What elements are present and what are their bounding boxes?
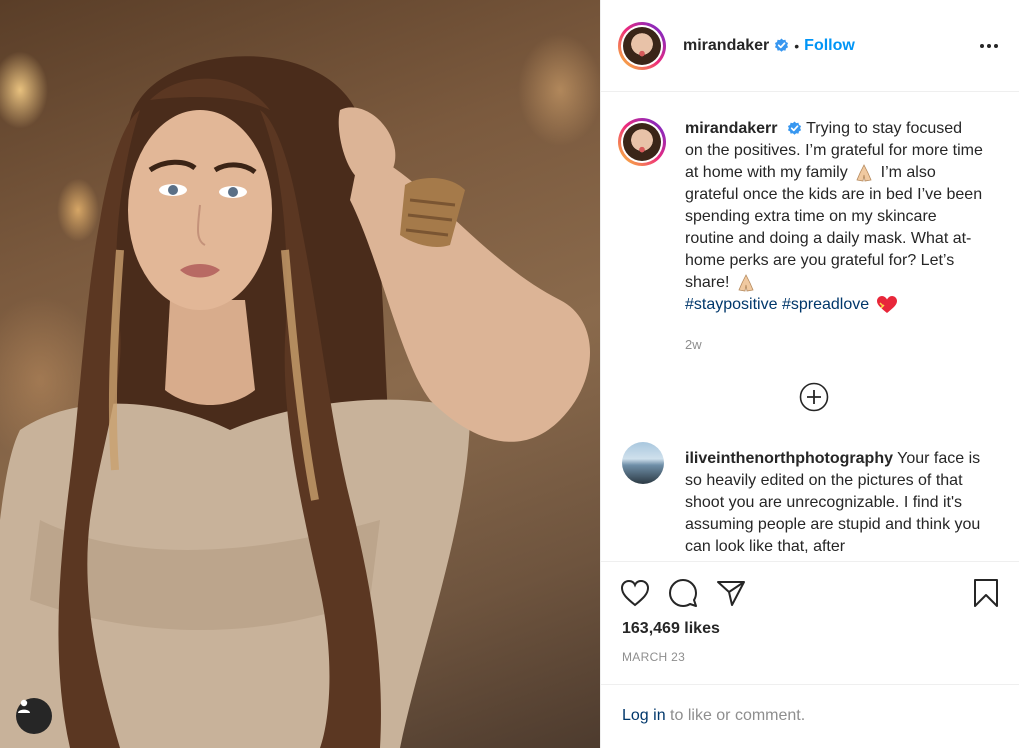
user-icon <box>18 699 30 713</box>
like-button[interactable] <box>620 579 650 607</box>
folded-hands-icon <box>738 273 754 292</box>
login-link[interactable]: Log in <box>622 707 666 724</box>
verified-badge-icon <box>775 38 789 52</box>
comment-text: iliveinthenorthphotography Your face is … <box>685 448 983 558</box>
more-options-button[interactable] <box>979 43 999 49</box>
portrait-illustration <box>0 56 590 748</box>
author-avatar[interactable] <box>618 21 666 70</box>
post-actions-bar <box>601 562 1019 610</box>
bookmark-icon <box>974 579 998 607</box>
follow-button[interactable]: Follow <box>804 37 855 55</box>
post-date[interactable]: MARCH 23 <box>601 638 1019 664</box>
caption-username[interactable]: mirandakerr <box>685 120 778 137</box>
tagged-users-button[interactable] <box>16 698 52 734</box>
comment-button[interactable] <box>668 578 698 608</box>
load-more-comments-button[interactable] <box>799 382 829 412</box>
caption: mirandakerr Trying to stay focused on th… <box>618 118 999 356</box>
post-header: mirandaker • Follow <box>601 0 1019 92</box>
caption-text: mirandakerr Trying to stay focused on th… <box>685 118 983 356</box>
comment-item: iliveinthenorthphotography Your face is … <box>618 442 999 558</box>
caption-body-2: I’m also grateful once the kids are in b… <box>685 164 983 291</box>
plus-circle-icon <box>799 382 828 412</box>
caption-author-avatar[interactable] <box>618 118 666 166</box>
likes-count[interactable]: 163,469 likes <box>601 610 1019 638</box>
hashtag-spreadlove[interactable]: #spreadlove <box>782 296 869 313</box>
save-button[interactable] <box>973 578 999 608</box>
verified-badge-icon <box>787 121 802 136</box>
comments-section[interactable]: mirandakerr Trying to stay focused on th… <box>601 92 1019 562</box>
share-button[interactable] <box>716 579 746 607</box>
post-details-panel: mirandaker • Follow mirandakerr Trying t… <box>600 0 1019 748</box>
commenter-username[interactable]: iliveinthenorthphotography <box>685 450 893 467</box>
hashtag-staypositive[interactable]: #staypositive <box>685 296 778 313</box>
more-options-icon <box>980 43 998 48</box>
heart-icon <box>620 579 650 607</box>
post-photo[interactable] <box>0 0 600 748</box>
heart-with-sparkles-icon <box>876 295 897 313</box>
author-username[interactable]: mirandaker <box>683 37 769 55</box>
comment-bubble-icon <box>669 579 697 607</box>
caption-timestamp[interactable]: 2w <box>685 334 983 356</box>
paper-plane-icon <box>717 581 745 606</box>
commenter-avatar[interactable] <box>622 442 664 484</box>
folded-hands-icon <box>856 163 872 182</box>
login-prompt-text: to like or comment. <box>665 707 806 724</box>
login-prompt: Log in to like or comment. <box>601 684 1019 748</box>
separator-dot: • <box>794 37 800 54</box>
